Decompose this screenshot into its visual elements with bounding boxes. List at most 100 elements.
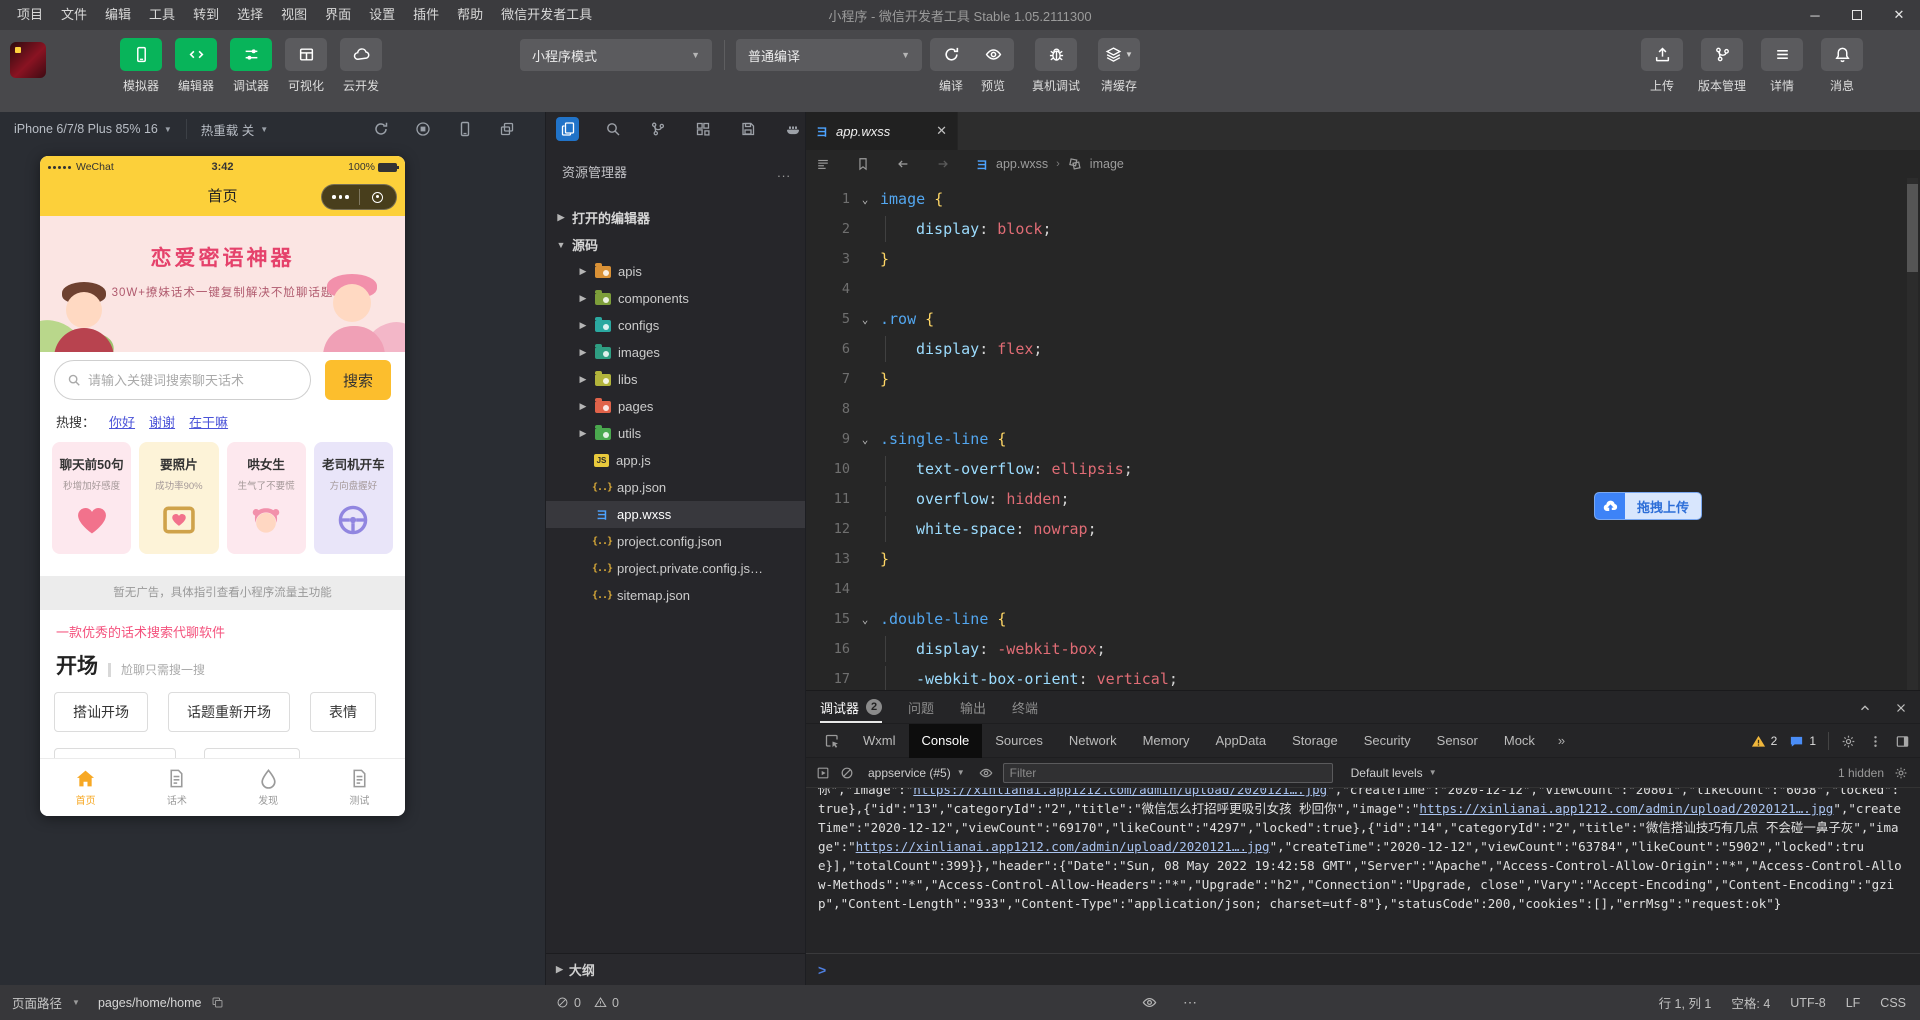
devtools-tab-wxml[interactable]: Wxml bbox=[850, 724, 909, 758]
上传-button[interactable] bbox=[1641, 38, 1683, 71]
maximize-button[interactable] bbox=[1836, 0, 1878, 30]
feature-card[interactable]: 哄女生 生气了不要慌 bbox=[226, 442, 306, 554]
dock-side-icon[interactable] bbox=[1895, 734, 1910, 749]
statusbar-item-1[interactable]: 空格: 4 bbox=[1731, 993, 1770, 1012]
more-actions-icon[interactable]: ... bbox=[777, 160, 791, 186]
breadcrumb-file[interactable]: app.wxss bbox=[996, 157, 1048, 171]
console-prompt-row[interactable]: > bbox=[806, 953, 1920, 985]
devtools-tab-storage[interactable]: Storage bbox=[1279, 724, 1351, 758]
statusbar-item-0[interactable]: 行 1, 列 1 bbox=[1659, 993, 1712, 1012]
phone-tab-话术[interactable]: 话术 bbox=[131, 759, 222, 816]
menubar-item-5[interactable]: 选择 bbox=[228, 0, 272, 30]
预览-button[interactable] bbox=[972, 38, 1014, 71]
devtools-tab-console[interactable]: Console bbox=[908, 723, 983, 758]
avatar[interactable] bbox=[10, 42, 46, 78]
模拟器-button[interactable] bbox=[120, 38, 162, 71]
tree-folder-utils[interactable]: ▶ utils bbox=[546, 420, 805, 447]
menubar-item-11[interactable]: 微信开发者工具 bbox=[492, 0, 601, 30]
devtools-tab-security[interactable]: Security bbox=[1351, 724, 1424, 758]
close-icon[interactable] bbox=[1894, 701, 1908, 715]
promo-banner[interactable]: 恋爱密语神器 30W+撩妹话术一键复制解决不尬聊话题 bbox=[40, 216, 405, 352]
statusbar-item-2[interactable]: UTF-8 bbox=[1790, 996, 1825, 1010]
devtools-tab-memory[interactable]: Memory bbox=[1130, 724, 1203, 758]
chip-button[interactable]: 表情 bbox=[310, 692, 376, 732]
menubar-item-8[interactable]: 设置 bbox=[360, 0, 404, 30]
close-button[interactable]: ✕ bbox=[1878, 0, 1920, 30]
真机调试-button[interactable] bbox=[1035, 38, 1077, 71]
drag-upload-button[interactable]: 拖拽上传 bbox=[1594, 492, 1703, 520]
bookmark-icon[interactable] bbox=[856, 157, 870, 171]
tree-folder-apis[interactable]: ▶ apis bbox=[546, 258, 805, 285]
message-icon[interactable] bbox=[1789, 734, 1804, 749]
fold-chevron-icon[interactable]: ⌄ bbox=[850, 313, 880, 326]
outline-section[interactable]: ▶ 大纲 bbox=[546, 953, 805, 985]
hot-search-link[interactable]: 谢谢 bbox=[149, 412, 175, 431]
tree-file-app.js[interactable]: JS app.js bbox=[546, 447, 805, 474]
feature-card[interactable]: 聊天前50句 秒增加好感度 bbox=[52, 442, 132, 554]
live-expression-icon[interactable] bbox=[979, 766, 993, 780]
back-arrow-icon[interactable] bbox=[896, 157, 910, 171]
console-sidebar-icon[interactable] bbox=[816, 766, 830, 780]
devtools-tab-mock[interactable]: Mock bbox=[1491, 724, 1548, 758]
panel-tab-问题[interactable]: 问题 bbox=[908, 691, 934, 723]
warning-icon[interactable] bbox=[1751, 734, 1766, 749]
编译-button[interactable] bbox=[930, 38, 972, 71]
log-levels-select[interactable]: Default levels ▼ bbox=[1351, 766, 1437, 780]
phone-tab-测试[interactable]: 测试 bbox=[314, 759, 405, 816]
menubar-item-1[interactable]: 文件 bbox=[52, 0, 96, 30]
hot-search-link[interactable]: 在干嘛 bbox=[189, 412, 228, 431]
feature-card[interactable]: 要照片 成功率90% bbox=[139, 442, 219, 554]
chip-button[interactable]: 话题重新开场 bbox=[168, 692, 290, 732]
详情-button[interactable] bbox=[1761, 38, 1803, 71]
tree-folder-configs[interactable]: ▶ configs bbox=[546, 312, 805, 339]
menubar-item-3[interactable]: 工具 bbox=[140, 0, 184, 30]
phone-tab-首页[interactable]: 首页 bbox=[40, 759, 131, 816]
branch-icon[interactable] bbox=[646, 117, 669, 141]
tree-file-sitemap.json[interactable]: {..} sitemap.json bbox=[546, 582, 805, 609]
inspect-icon[interactable] bbox=[824, 733, 840, 749]
search-input[interactable] bbox=[88, 372, 298, 388]
refresh-icon[interactable] bbox=[373, 121, 389, 137]
panel-tab-调试器[interactable]: 调试器 2 bbox=[820, 691, 883, 723]
device-select[interactable]: iPhone 6/7/8 Plus 85% 16 ▼ bbox=[0, 112, 186, 146]
tree-section-打开的编辑器[interactable]: ▶ 打开的编辑器 bbox=[546, 204, 805, 231]
statusbar-item-4[interactable]: CSS bbox=[1880, 996, 1906, 1010]
record-icon[interactable] bbox=[415, 121, 431, 137]
windows-icon[interactable] bbox=[499, 121, 515, 137]
menubar-item-10[interactable]: 帮助 bbox=[448, 0, 492, 30]
console-output[interactable]: 你","image":"https://xinlianai.app1212.co… bbox=[806, 788, 1920, 953]
消息-button[interactable] bbox=[1821, 38, 1863, 71]
eye-icon[interactable] bbox=[1142, 995, 1157, 1010]
gear-icon[interactable] bbox=[1894, 766, 1908, 780]
page-path-group[interactable]: 页面路径 ▼ pages/home/home bbox=[12, 985, 224, 1020]
scrollbar-thumb[interactable] bbox=[1907, 184, 1918, 272]
menubar-item-6[interactable]: 视图 bbox=[272, 0, 316, 30]
panel-tab-终端[interactable]: 终端 bbox=[1012, 691, 1038, 723]
tree-file-project.private.config.js…[interactable]: {..} project.private.config.js… bbox=[546, 555, 805, 582]
outline-list-icon[interactable] bbox=[816, 157, 830, 171]
copy-icon[interactable] bbox=[211, 996, 224, 1009]
forward-arrow-icon[interactable] bbox=[936, 157, 950, 171]
devtools-tab-sources[interactable]: Sources bbox=[982, 724, 1056, 758]
clear-console-icon[interactable] bbox=[840, 766, 854, 780]
statusbar-item-3[interactable]: LF bbox=[1846, 996, 1861, 1010]
overflow-tabs-icon[interactable]: » bbox=[1548, 733, 1575, 748]
devtools-tab-sensor[interactable]: Sensor bbox=[1424, 724, 1491, 758]
编辑器-button[interactable] bbox=[175, 38, 217, 71]
panel-tab-输出[interactable]: 输出 bbox=[960, 691, 986, 723]
compile-mode-select[interactable]: 普通编译 ▼ bbox=[736, 39, 922, 71]
close-tab-icon[interactable]: ✕ bbox=[936, 123, 947, 139]
fold-chevron-icon[interactable]: ⌄ bbox=[850, 433, 880, 446]
清缓存-button[interactable]: ▼ bbox=[1098, 38, 1141, 71]
problems-group[interactable]: 0 0 bbox=[556, 985, 627, 1020]
tree-folder-pages[interactable]: ▶ pages bbox=[546, 393, 805, 420]
minimize-button[interactable]: ─ bbox=[1794, 0, 1836, 30]
menubar-item-0[interactable]: 项目 bbox=[8, 0, 52, 30]
tab-app-wxss[interactable]: ヨ app.wxss ✕ bbox=[806, 112, 958, 150]
可视化-button[interactable] bbox=[285, 38, 327, 71]
files-icon[interactable] bbox=[556, 117, 580, 141]
fold-chevron-icon[interactable]: ⌄ bbox=[850, 613, 880, 626]
tree-file-app.wxss[interactable]: ヨ app.wxss bbox=[546, 501, 805, 528]
more-vertical-icon[interactable] bbox=[1868, 734, 1883, 749]
collapse-icon[interactable] bbox=[1858, 701, 1872, 715]
